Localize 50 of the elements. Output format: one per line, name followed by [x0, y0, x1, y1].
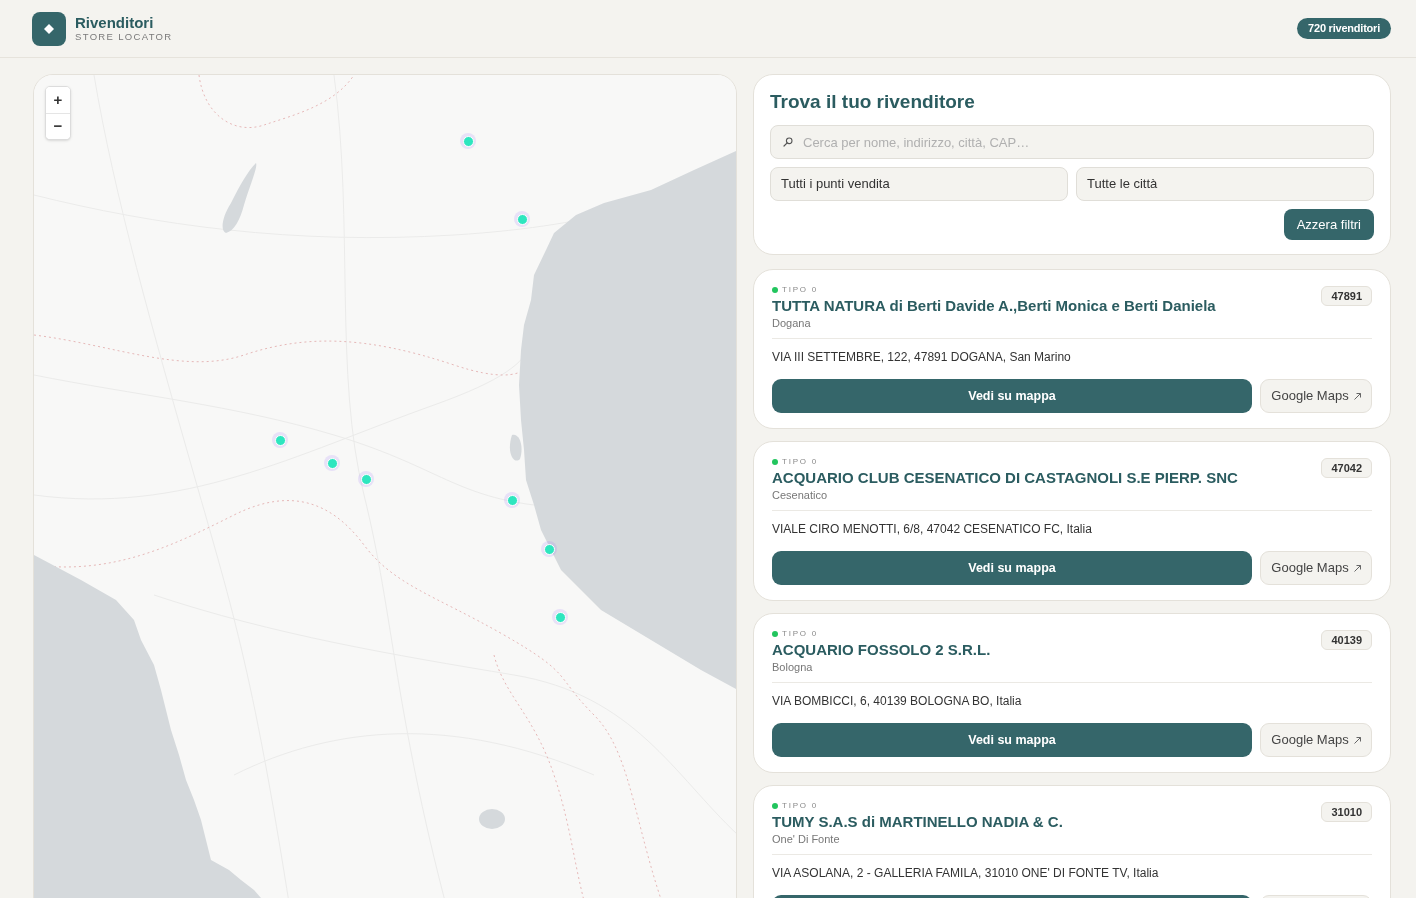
google-maps-button[interactable]: Google Maps — [1260, 551, 1372, 585]
arrow-up-right-icon — [1353, 736, 1361, 744]
store-name: TUMY S.A.S di MARTINELLO NADIA & C. — [772, 812, 1063, 832]
store-address: VIA BOMBICCI, 6, 40139 BOLOGNA BO, Italia — [772, 693, 1022, 709]
map-panel[interactable]: + − — [33, 74, 737, 898]
store-type-label: TIPO 0 — [782, 285, 818, 295]
store-address: VIALE CIRO MENOTTI, 6/8, 47042 CESENATICO FC, Italia — [772, 521, 1092, 537]
view-on-map-button[interactable]: Vedi su mappa — [772, 551, 1252, 585]
view-on-map-button[interactable]: Vedi su mappa — [772, 723, 1252, 757]
map-marker-icon[interactable] — [272, 432, 288, 448]
search-title: Trova il tuo rivenditore — [770, 90, 976, 114]
store-type-label: TIPO 0 — [782, 629, 818, 639]
postcode-badge: 47042 — [1321, 458, 1372, 478]
map-marker-icon[interactable] — [514, 211, 530, 227]
store-type-label: TIPO 0 — [782, 801, 818, 811]
map-marker-icon[interactable] — [324, 455, 340, 471]
store-name: TUTTA NATURA di Berti Davide A.,Berti Monica e Berti Daniela — [772, 296, 1216, 316]
store-city: One' Di Fonte — [772, 832, 841, 846]
map-marker-icon[interactable] — [358, 471, 374, 487]
filter-select[interactable]: Tutti i punti vendita — [770, 167, 1068, 201]
store-name: ACQUARIO FOSSOLO 2 S.R.L. — [772, 640, 991, 660]
store-address: VIA III SETTEMBRE, 122, 47891 DOGANA, San Marino — [772, 349, 1071, 365]
view-on-map-button[interactable]: Vedi su mappa — [772, 379, 1252, 413]
store-type-label: TIPO 0 — [782, 457, 818, 467]
logo-icon — [32, 11, 66, 46]
store-city: Cesenatico — [772, 488, 829, 502]
app-subtitle: STORE LOCATOR — [75, 31, 173, 43]
map-marker-icon[interactable] — [541, 541, 557, 557]
reset-filters-button[interactable]: Azzera filtri — [1283, 209, 1374, 240]
map-marker-icon[interactable] — [552, 609, 568, 625]
postcode-badge: 47891 — [1321, 286, 1372, 306]
search-field[interactable]: Cerca per nome, indirizzo, città, CAP… — [770, 125, 1374, 159]
app-title: Rivenditori — [75, 14, 155, 31]
google-maps-button[interactable]: Google Maps — [1260, 723, 1372, 757]
count-badge: 720 rivenditori — [1297, 18, 1391, 39]
filter-select[interactable]: Tutte le città — [1076, 167, 1374, 201]
map-marker-icon[interactable] — [460, 133, 476, 149]
search-icon — [783, 137, 793, 147]
arrow-up-right-icon — [1353, 564, 1361, 572]
postcode-badge: 31010 — [1321, 802, 1372, 822]
zoom-out-button[interactable]: − — [46, 113, 70, 139]
store-city: Dogana — [772, 316, 812, 330]
store-name: ACQUARIO CLUB CESENATICO DI CASTAGNOLI S.E PIERP. SNC — [772, 468, 1238, 488]
postcode-badge: 40139 — [1321, 630, 1372, 650]
store-city: Bologna — [772, 660, 814, 674]
zoom-in-button[interactable]: + — [46, 87, 70, 113]
google-maps-button[interactable]: Google Maps — [1260, 379, 1372, 413]
map-marker-icon[interactable] — [504, 492, 520, 508]
store-address: VIA ASOLANA, 2 - GALLERIA FAMILA, 31010 ONE' DI FONTE TV, Italia — [772, 865, 1159, 881]
arrow-up-right-icon — [1353, 392, 1361, 400]
